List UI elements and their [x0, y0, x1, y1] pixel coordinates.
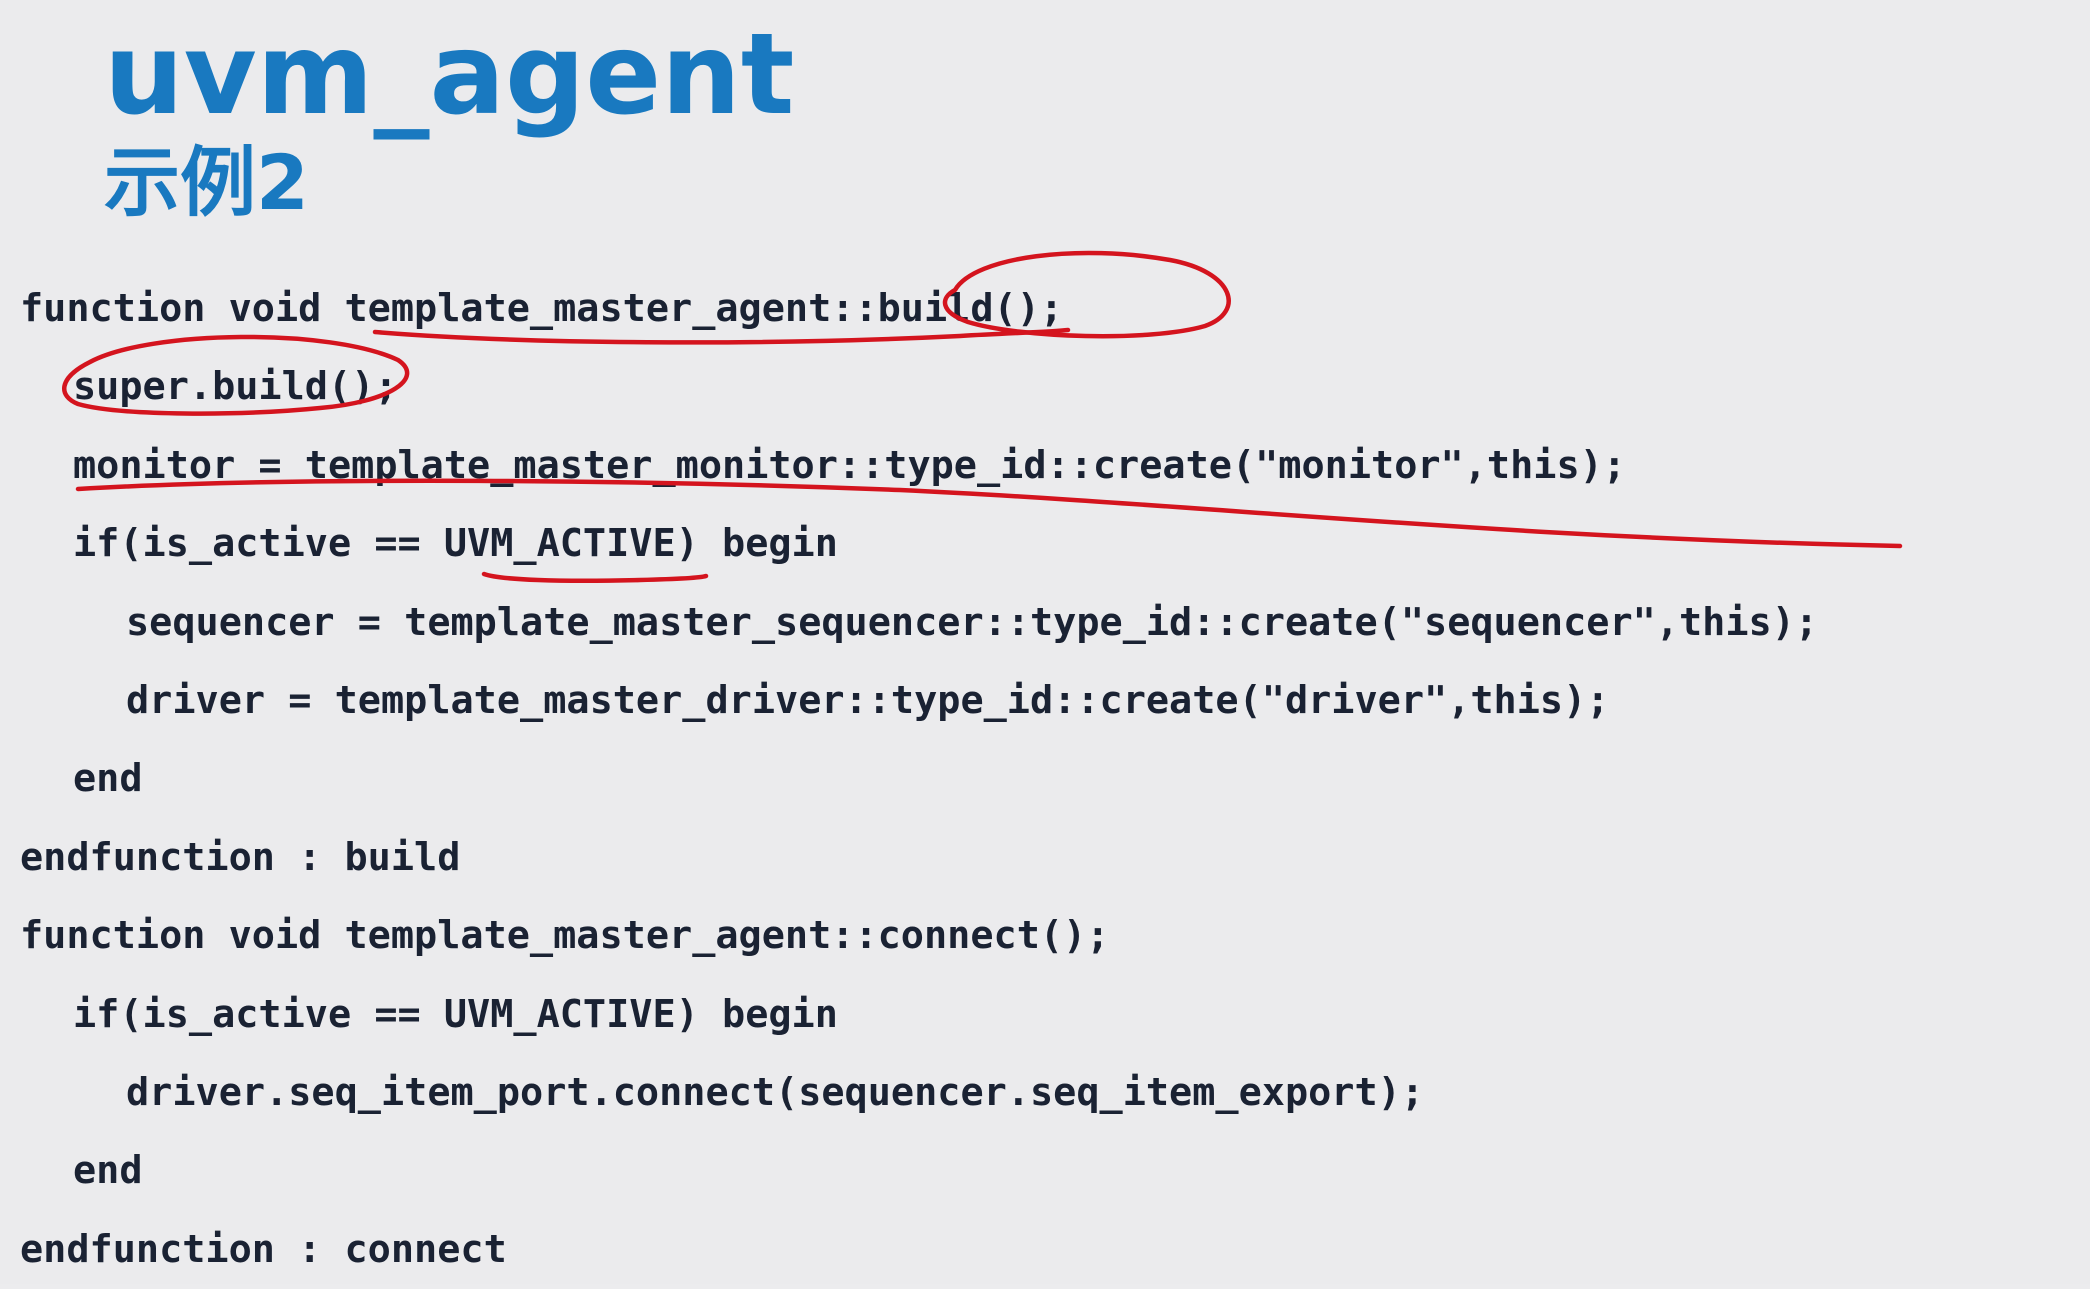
code-line-super-build: super.build(); — [73, 364, 398, 410]
code-line-driver-create: driver = template_master_driver::type_id… — [126, 677, 1610, 723]
code-line-port-connect: driver.seq_item_port.connect(sequencer.s… — [126, 1069, 1425, 1115]
code-line-end: end — [73, 756, 143, 802]
code-line-end: end — [73, 1148, 143, 1194]
slide: uvm_agent 示例2 function void template_mas… — [0, 0, 2090, 1284]
code-line-build-signature: function void template_master_agent::bui… — [20, 286, 1064, 331]
code-block: function void template_master_agent::bui… — [20, 270, 1818, 1289]
code-line-monitor-create: monitor = template_master_monitor::type_… — [73, 442, 1626, 488]
code-line-connect-signature: function void template_master_agent::con… — [20, 913, 1110, 959]
slide-subtitle: 示例2 — [104, 138, 309, 227]
code-line-endfunction-connect: endfunction : connect — [20, 1226, 507, 1272]
code-line-sequencer-create: sequencer = template_master_sequencer::t… — [126, 599, 1819, 645]
code-line-if-active: if(is_active == UVM_ACTIVE) begin — [73, 521, 838, 567]
code-line-if-active: if(is_active == UVM_ACTIVE) begin — [73, 991, 838, 1037]
code-line-endfunction-build: endfunction : build — [20, 834, 461, 880]
